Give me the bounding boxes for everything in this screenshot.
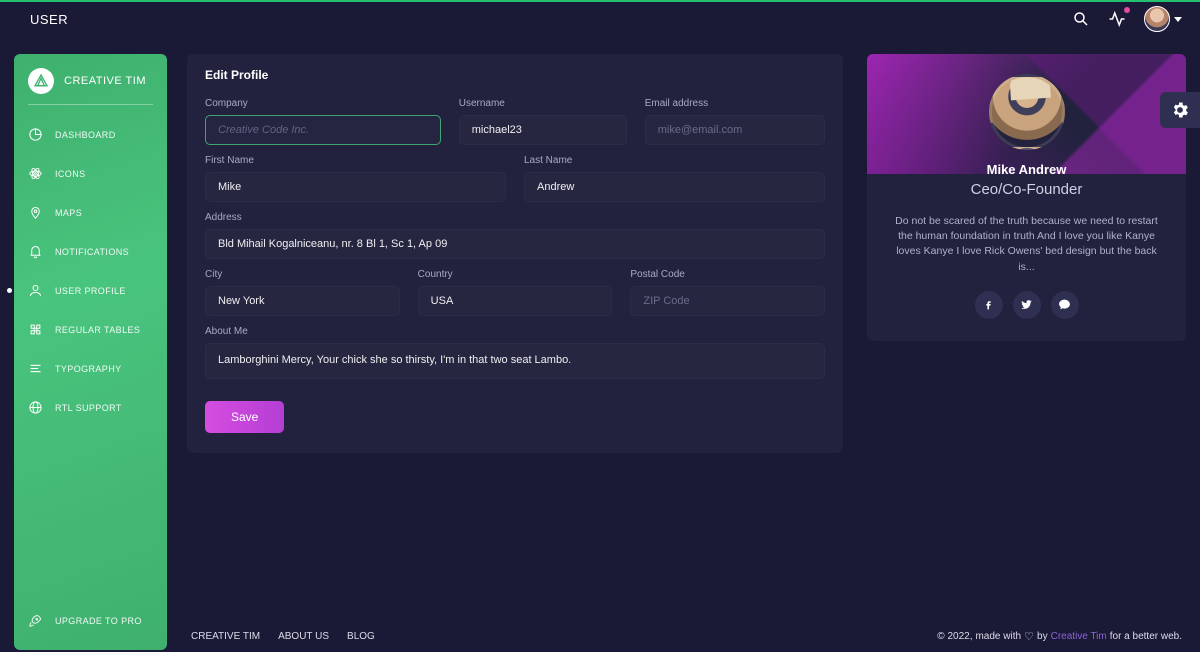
sidebar-upgrade[interactable]: UPGRADE TO PRO bbox=[14, 601, 167, 640]
profile-card: Mike Andrew Ceo/Co-Founder Do not be sca… bbox=[867, 54, 1186, 341]
globe-icon bbox=[28, 400, 43, 415]
firstname-label: First Name bbox=[205, 155, 506, 166]
email-label: Email address bbox=[645, 98, 825, 109]
topbar: USER bbox=[0, 2, 1200, 36]
company-input[interactable] bbox=[205, 115, 441, 145]
firstname-input[interactable] bbox=[205, 172, 506, 202]
profile-bio: Do not be scared of the truth because we… bbox=[887, 214, 1166, 275]
sidebar-item-label: RTL SUPPORT bbox=[55, 403, 122, 413]
profile-avatar bbox=[989, 74, 1065, 150]
sidebar-item-label: NOTIFICATIONS bbox=[55, 247, 129, 257]
chevron-down-icon bbox=[1174, 17, 1182, 22]
city-label: City bbox=[205, 269, 400, 280]
avatar-icon bbox=[1144, 6, 1170, 32]
align-icon bbox=[28, 361, 43, 376]
bell-icon bbox=[28, 244, 43, 259]
atom-icon bbox=[28, 166, 43, 181]
brand[interactable]: CREATIVE TIM bbox=[14, 66, 167, 104]
save-button[interactable]: Save bbox=[205, 401, 284, 433]
heart-icon bbox=[1024, 632, 1034, 642]
sidebar-item-typography[interactable]: TYPOGRAPHY bbox=[14, 349, 167, 388]
sidebar-item-rtl[interactable]: RTL SUPPORT bbox=[14, 388, 167, 427]
settings-button[interactable] bbox=[1160, 92, 1200, 128]
zip-label: Postal Code bbox=[630, 269, 825, 280]
sidebar-item-dashboard[interactable]: DASHBOARD bbox=[14, 115, 167, 154]
sidebar-item-label: REGULAR TABLES bbox=[55, 325, 140, 335]
footer-link-creative-tim[interactable]: CREATIVE TIM bbox=[191, 631, 260, 642]
page-title: USER bbox=[30, 12, 68, 27]
sidebar-item-tables[interactable]: REGULAR TABLES bbox=[14, 310, 167, 349]
profile-name: Mike Andrew bbox=[987, 162, 1067, 177]
sidebar-item-maps[interactable]: MAPS bbox=[14, 193, 167, 232]
footer-made: made with bbox=[975, 631, 1021, 642]
company-label: Company bbox=[205, 98, 441, 109]
email-input[interactable] bbox=[645, 115, 825, 145]
lastname-label: Last Name bbox=[524, 155, 825, 166]
footer-credit: © 2022, made with by Creative Tim for a … bbox=[937, 631, 1182, 642]
footer-tagline: for a better web. bbox=[1110, 631, 1182, 642]
search-icon[interactable] bbox=[1072, 10, 1090, 28]
footer-link-about[interactable]: ABOUT US bbox=[278, 631, 329, 642]
footer-credit-link[interactable]: Creative Tim bbox=[1051, 631, 1107, 642]
username-input[interactable] bbox=[459, 115, 627, 145]
country-input[interactable] bbox=[418, 286, 613, 316]
puzzle-icon bbox=[28, 322, 43, 337]
sidebar-item-label: MAPS bbox=[55, 208, 82, 218]
city-input[interactable] bbox=[205, 286, 400, 316]
address-input[interactable] bbox=[205, 229, 825, 259]
sidebar-item-label: TYPOGRAPHY bbox=[55, 364, 122, 374]
lastname-input[interactable] bbox=[524, 172, 825, 202]
profile-socials bbox=[975, 291, 1079, 319]
activity-icon[interactable] bbox=[1108, 10, 1126, 28]
sidebar: CREATIVE TIM DASHBOARD ICONS MAPS NOTIFI… bbox=[14, 54, 167, 650]
brand-name: CREATIVE TIM bbox=[64, 75, 146, 87]
sidebar-item-label: USER PROFILE bbox=[55, 286, 126, 296]
sidebar-item-label: DASHBOARD bbox=[55, 130, 116, 140]
sidebar-item-label: ICONS bbox=[55, 169, 86, 179]
card-title: Edit Profile bbox=[205, 68, 825, 82]
edit-profile-card: Edit Profile Company Username Email addr… bbox=[187, 54, 843, 453]
address-label: Address bbox=[205, 212, 825, 223]
zip-input[interactable] bbox=[630, 286, 825, 316]
footer-links: CREATIVE TIM ABOUT US BLOG bbox=[191, 631, 375, 642]
sidebar-item-icons[interactable]: ICONS bbox=[14, 154, 167, 193]
country-label: Country bbox=[418, 269, 613, 280]
twitter-button[interactable] bbox=[1013, 291, 1041, 319]
profile-title: Ceo/Co-Founder bbox=[971, 181, 1083, 198]
main: Edit Profile Company Username Email addr… bbox=[187, 54, 1186, 650]
user-icon bbox=[28, 283, 43, 298]
pin-icon bbox=[28, 205, 43, 220]
divider bbox=[28, 104, 153, 105]
footer-link-blog[interactable]: BLOG bbox=[347, 631, 375, 642]
about-label: About Me bbox=[205, 326, 825, 337]
sidebar-nav: DASHBOARD ICONS MAPS NOTIFICATIONS USER … bbox=[14, 115, 167, 640]
footer-year: © 2022, bbox=[937, 631, 972, 642]
notification-dot-icon bbox=[1124, 7, 1130, 13]
username-label: Username bbox=[459, 98, 627, 109]
sidebar-item-user-profile[interactable]: USER PROFILE bbox=[14, 271, 167, 310]
chat-button[interactable] bbox=[1051, 291, 1079, 319]
rocket-icon bbox=[28, 613, 43, 628]
footer: CREATIVE TIM ABOUT US BLOG © 2022, made … bbox=[187, 621, 1186, 650]
facebook-button[interactable] bbox=[975, 291, 1003, 319]
sidebar-item-notifications[interactable]: NOTIFICATIONS bbox=[14, 232, 167, 271]
about-textarea[interactable] bbox=[205, 343, 825, 379]
footer-by: by bbox=[1037, 631, 1048, 642]
account-menu[interactable] bbox=[1144, 6, 1182, 32]
chart-pie-icon bbox=[28, 127, 43, 142]
sidebar-upgrade-label: UPGRADE TO PRO bbox=[55, 616, 142, 626]
brand-logo-icon bbox=[28, 68, 54, 94]
